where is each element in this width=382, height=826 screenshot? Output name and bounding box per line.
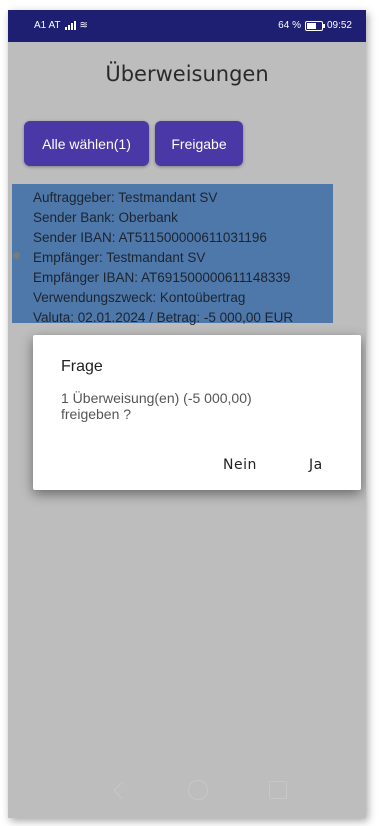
purpose-line: Verwendungszweck: Kontoübertrag	[33, 290, 246, 305]
battery-percent: 64 %	[278, 20, 301, 31]
confirm-dialog: Frage 1 Überweisung(en) (-5 000,00) frei…	[33, 335, 361, 490]
back-icon[interactable]	[113, 781, 132, 800]
selection-dot-icon	[13, 252, 20, 259]
client-line: Auftraggeber: Testmandant SV	[33, 190, 218, 205]
sender-iban-line: Sender IBAN: AT511500000611031196	[33, 230, 267, 245]
clock: 09:52	[326, 20, 352, 31]
dialog-message: 1 Überweisung(en) (-5 000,00) freigeben …	[61, 390, 252, 422]
phone-screen: A1 AT ≋ 64 % 09:52 Überweisungen Alle wä…	[8, 10, 366, 818]
battery-icon	[304, 20, 325, 31]
signal-icon	[64, 21, 76, 30]
yes-button[interactable]: Ja	[309, 457, 323, 473]
transfer-list-item[interactable]: Auftraggeber: Testmandant SV Sender Bank…	[12, 184, 333, 325]
recent-apps-icon[interactable]	[269, 781, 287, 799]
dialog-title: Frage	[61, 358, 103, 375]
release-button[interactable]: Freigabe	[155, 121, 243, 166]
navigation-bar	[8, 766, 366, 818]
carrier-label: A1 AT	[34, 20, 61, 31]
page-title: Überweisungen	[105, 62, 269, 86]
no-button[interactable]: Nein	[223, 457, 257, 473]
recipient-iban-line: Empfänger IBAN: AT691500000611148339	[33, 270, 291, 285]
wifi-icon: ≋	[79, 19, 88, 31]
status-bar: A1 AT ≋ 64 % 09:52	[8, 10, 366, 42]
home-icon[interactable]	[188, 780, 208, 800]
select-all-button[interactable]: Alle wählen(1)	[24, 121, 149, 166]
value-amount-line: Valuta: 02.01.2024 / Betrag: -5 000,00 E…	[33, 310, 294, 325]
recipient-line: Empfänger: Testmandant SV	[33, 250, 206, 265]
sender-bank-line: Sender Bank: Oberbank	[33, 210, 178, 225]
